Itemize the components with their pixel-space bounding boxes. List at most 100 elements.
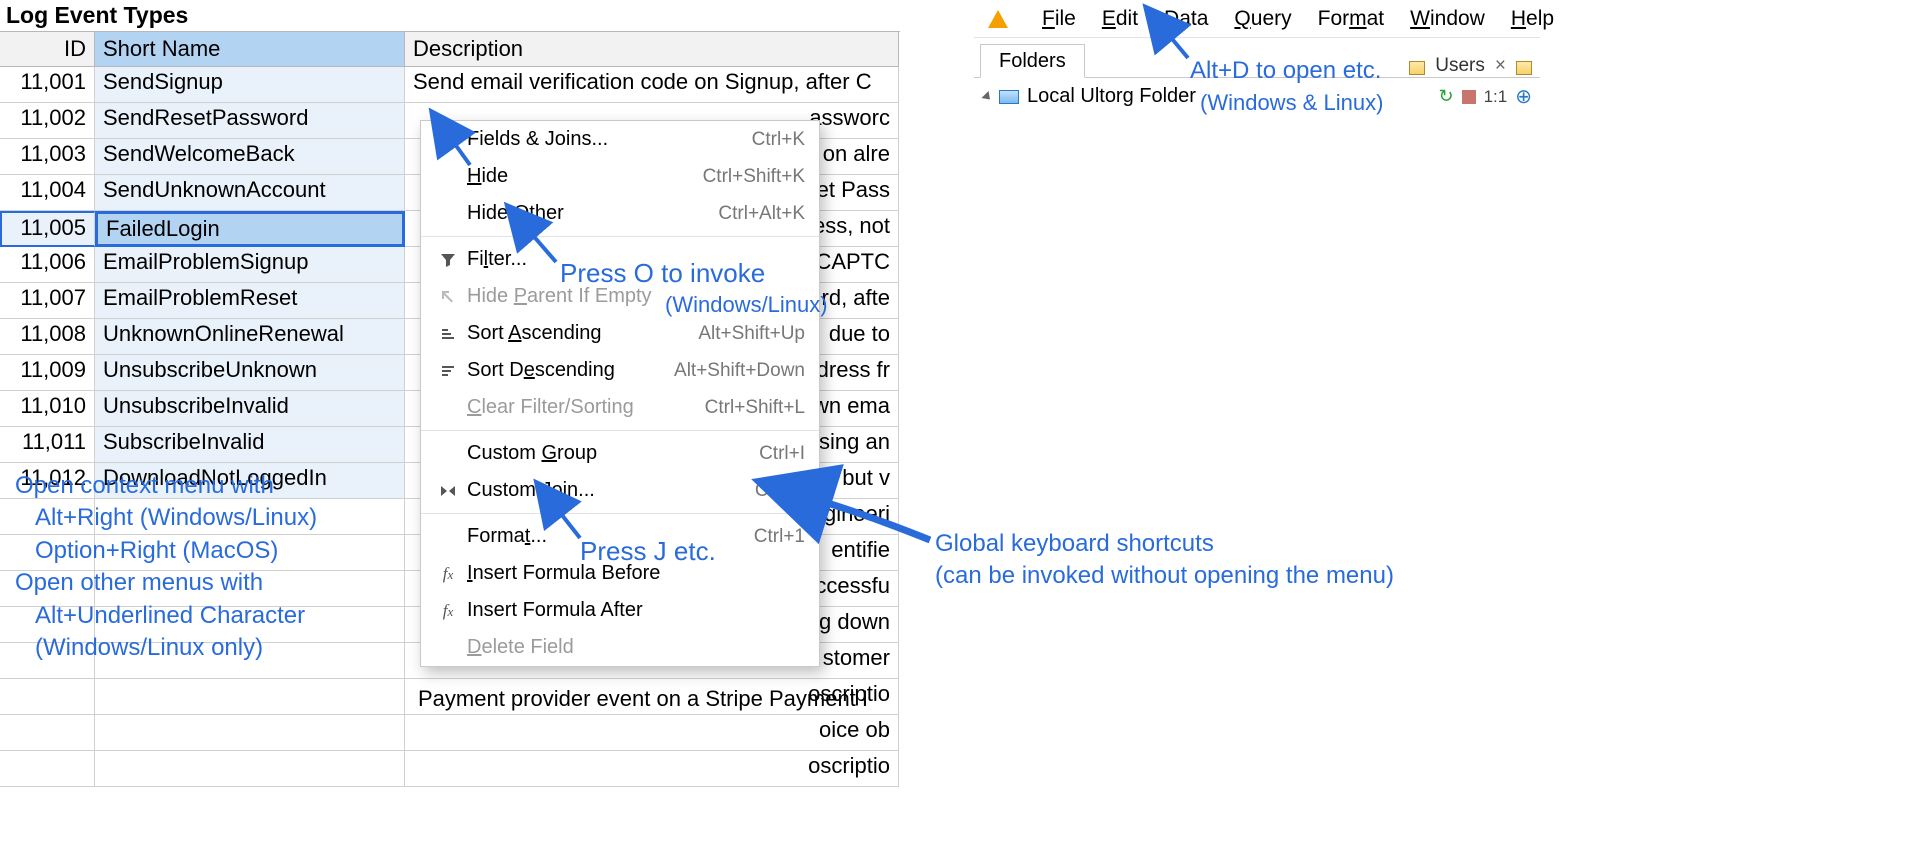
table-row[interactable]: 11,001SendSignupSend email verification … — [0, 67, 900, 103]
menu-item[interactable]: Custom GroupCtrl+I — [421, 435, 819, 472]
menu-format[interactable]: Format — [1318, 7, 1385, 31]
folder-tree-root[interactable]: Local Ultorg Folder ↻ 1:1 ⊕ — [974, 78, 1540, 111]
cell-description[interactable]: Send email verification code on Signup, … — [405, 67, 899, 103]
menu-item[interactable]: Custom Join...Ctrl+J — [421, 472, 819, 509]
column-headers: ID Short Name Description — [0, 32, 900, 67]
table-row: oice ob — [0, 715, 900, 751]
menu-item-shortcut: Alt+Shift+Down — [674, 360, 805, 382]
menu-query[interactable]: Query — [1234, 7, 1291, 31]
menu-item-label: Insert Formula Before — [461, 562, 805, 585]
menu-item-label: Custom Join... — [461, 479, 755, 502]
menu-item[interactable]: Sort AscendingAlt+Shift+Up — [421, 315, 819, 352]
menu-item-label: Hide Parent If Empty — [461, 285, 805, 308]
cell-id[interactable]: 11,004 — [0, 175, 95, 211]
menu-separator — [421, 236, 819, 237]
cell-short-name[interactable]: UnsubscribeInvalid — [95, 391, 405, 427]
cell-short-name[interactable]: FailedLogin — [95, 211, 405, 247]
close-users-tab-icon[interactable]: × — [1495, 55, 1506, 77]
menu-item-label: Delete Field — [461, 636, 805, 659]
cell-short-name[interactable]: EmailProblemSignup — [95, 247, 405, 283]
refresh-icon[interactable]: ↻ — [1439, 86, 1454, 107]
menu-item-label: Format... — [461, 525, 754, 548]
fx-icon: fx — [435, 601, 461, 621]
menu-item[interactable]: fxInsert Formula After — [421, 592, 819, 629]
menu-item: Delete Field — [421, 629, 819, 666]
cell-short-name[interactable]: SendResetPassword — [95, 103, 405, 139]
cell-short-name[interactable]: EmailProblemReset — [95, 283, 405, 319]
cell-id[interactable]: 11,010 — [0, 391, 95, 427]
menu-item: Clear Filter/SortingCtrl+Shift+L — [421, 389, 819, 426]
annotation-global-shortcuts: Global keyboard shortcuts(can be invoked… — [935, 528, 1495, 593]
menu-item[interactable]: Fields & Joins...Ctrl+K — [421, 121, 819, 158]
right-panel: FileEditDataQueryFormatWindowHelp Folder… — [974, 0, 1540, 130]
cell-id[interactable]: 11,006 — [0, 247, 95, 283]
cell-id[interactable]: 11,009 — [0, 355, 95, 391]
menu-edit[interactable]: Edit — [1102, 7, 1138, 31]
menu-item-shortcut: Ctrl+1 — [754, 526, 805, 548]
menu-item[interactable]: fxInsert Formula Before — [421, 555, 819, 592]
cell-id[interactable]: 11,003 — [0, 139, 95, 175]
sort-desc-icon — [435, 363, 461, 379]
menu-item-shortcut: Ctrl+Shift+K — [703, 166, 805, 188]
menu-item[interactable]: HideCtrl+Shift+K — [421, 158, 819, 195]
bowtie-icon — [435, 483, 461, 499]
app-menubar: FileEditDataQueryFormatWindowHelp — [974, 0, 1540, 38]
header-description[interactable]: Description — [405, 32, 899, 67]
extra-tab-icon[interactable] — [1516, 61, 1532, 75]
cell-short-name[interactable]: SendUnknownAccount — [95, 175, 405, 211]
menu-file[interactable]: File — [1042, 7, 1076, 31]
menu-item-label: Hide Other — [461, 202, 718, 225]
cell-id[interactable]: 11,012 — [0, 463, 95, 499]
users-tab-icon — [1409, 61, 1425, 75]
cell-id[interactable]: 11,005 — [0, 211, 95, 247]
cell-short-name[interactable]: SubscribeInvalid — [95, 427, 405, 463]
zoom-in-icon[interactable]: ⊕ — [1515, 84, 1532, 109]
cell-short-name[interactable]: UnsubscribeUnknown — [95, 355, 405, 391]
menu-separator — [421, 430, 819, 431]
arrow-tl-icon — [435, 289, 461, 305]
status-square-icon — [1462, 90, 1476, 104]
header-short-name[interactable]: Short Name — [95, 32, 405, 67]
cell-short-name[interactable]: DownloadNotLoggedIn — [95, 463, 405, 499]
menu-item-label: Custom Group — [461, 442, 759, 465]
menu-item-label: Hide — [461, 165, 703, 188]
last-visible-description: Payment provider event on a Stripe Payme… — [410, 684, 900, 714]
menu-data[interactable]: Data — [1164, 7, 1208, 31]
tree-expand-icon[interactable] — [981, 90, 993, 102]
cell-short-name[interactable]: SendWelcomeBack — [95, 139, 405, 175]
menu-item-label: Sort Ascending — [461, 322, 698, 345]
cell-id[interactable]: 11,001 — [0, 67, 95, 103]
sort-asc-icon — [435, 326, 461, 342]
cell-id[interactable]: 11,007 — [0, 283, 95, 319]
app-logo-icon — [988, 10, 1008, 28]
menu-item[interactable]: Hide OtherCtrl+Alt+K — [421, 195, 819, 232]
context-menu: Fields & Joins...Ctrl+KHideCtrl+Shift+KH… — [420, 120, 820, 667]
filter-icon — [435, 252, 461, 268]
table-row: oscriptio — [0, 751, 900, 787]
menu-item[interactable]: Filter... — [421, 241, 819, 278]
cell-id[interactable]: 11,011 — [0, 427, 95, 463]
menu-item-shortcut: Ctrl+Alt+K — [718, 203, 805, 225]
menu-window[interactable]: Window — [1410, 7, 1485, 31]
cell-short-name[interactable]: SendSignup — [95, 67, 405, 103]
folders-tabbar: Folders Users × — [974, 38, 1540, 78]
cell-id[interactable]: 11,008 — [0, 319, 95, 355]
menu-item-shortcut: Ctrl+Shift+L — [705, 397, 805, 419]
folder-icon — [999, 90, 1019, 104]
header-id[interactable]: ID — [0, 32, 95, 67]
menu-item-label: Filter... — [461, 248, 805, 271]
menu-help[interactable]: Help — [1511, 7, 1554, 31]
menu-item-shortcut: Ctrl+K — [752, 129, 805, 151]
tab-users[interactable]: Users — [1435, 55, 1485, 77]
menu-item: Hide Parent If Empty — [421, 278, 819, 315]
zoom-ratio: 1:1 — [1484, 87, 1508, 107]
folder-root-label: Local Ultorg Folder — [1027, 85, 1196, 108]
tab-folders[interactable]: Folders — [980, 44, 1085, 78]
cell-id[interactable]: 11,002 — [0, 103, 95, 139]
menu-item[interactable]: Format...Ctrl+1 — [421, 518, 819, 555]
menu-item-label: Fields & Joins... — [461, 128, 752, 151]
cell-short-name[interactable]: UnknownOnlineRenewal — [95, 319, 405, 355]
menu-separator — [421, 513, 819, 514]
menu-item[interactable]: Sort DescendingAlt+Shift+Down — [421, 352, 819, 389]
menu-item-label: Insert Formula After — [461, 599, 805, 622]
